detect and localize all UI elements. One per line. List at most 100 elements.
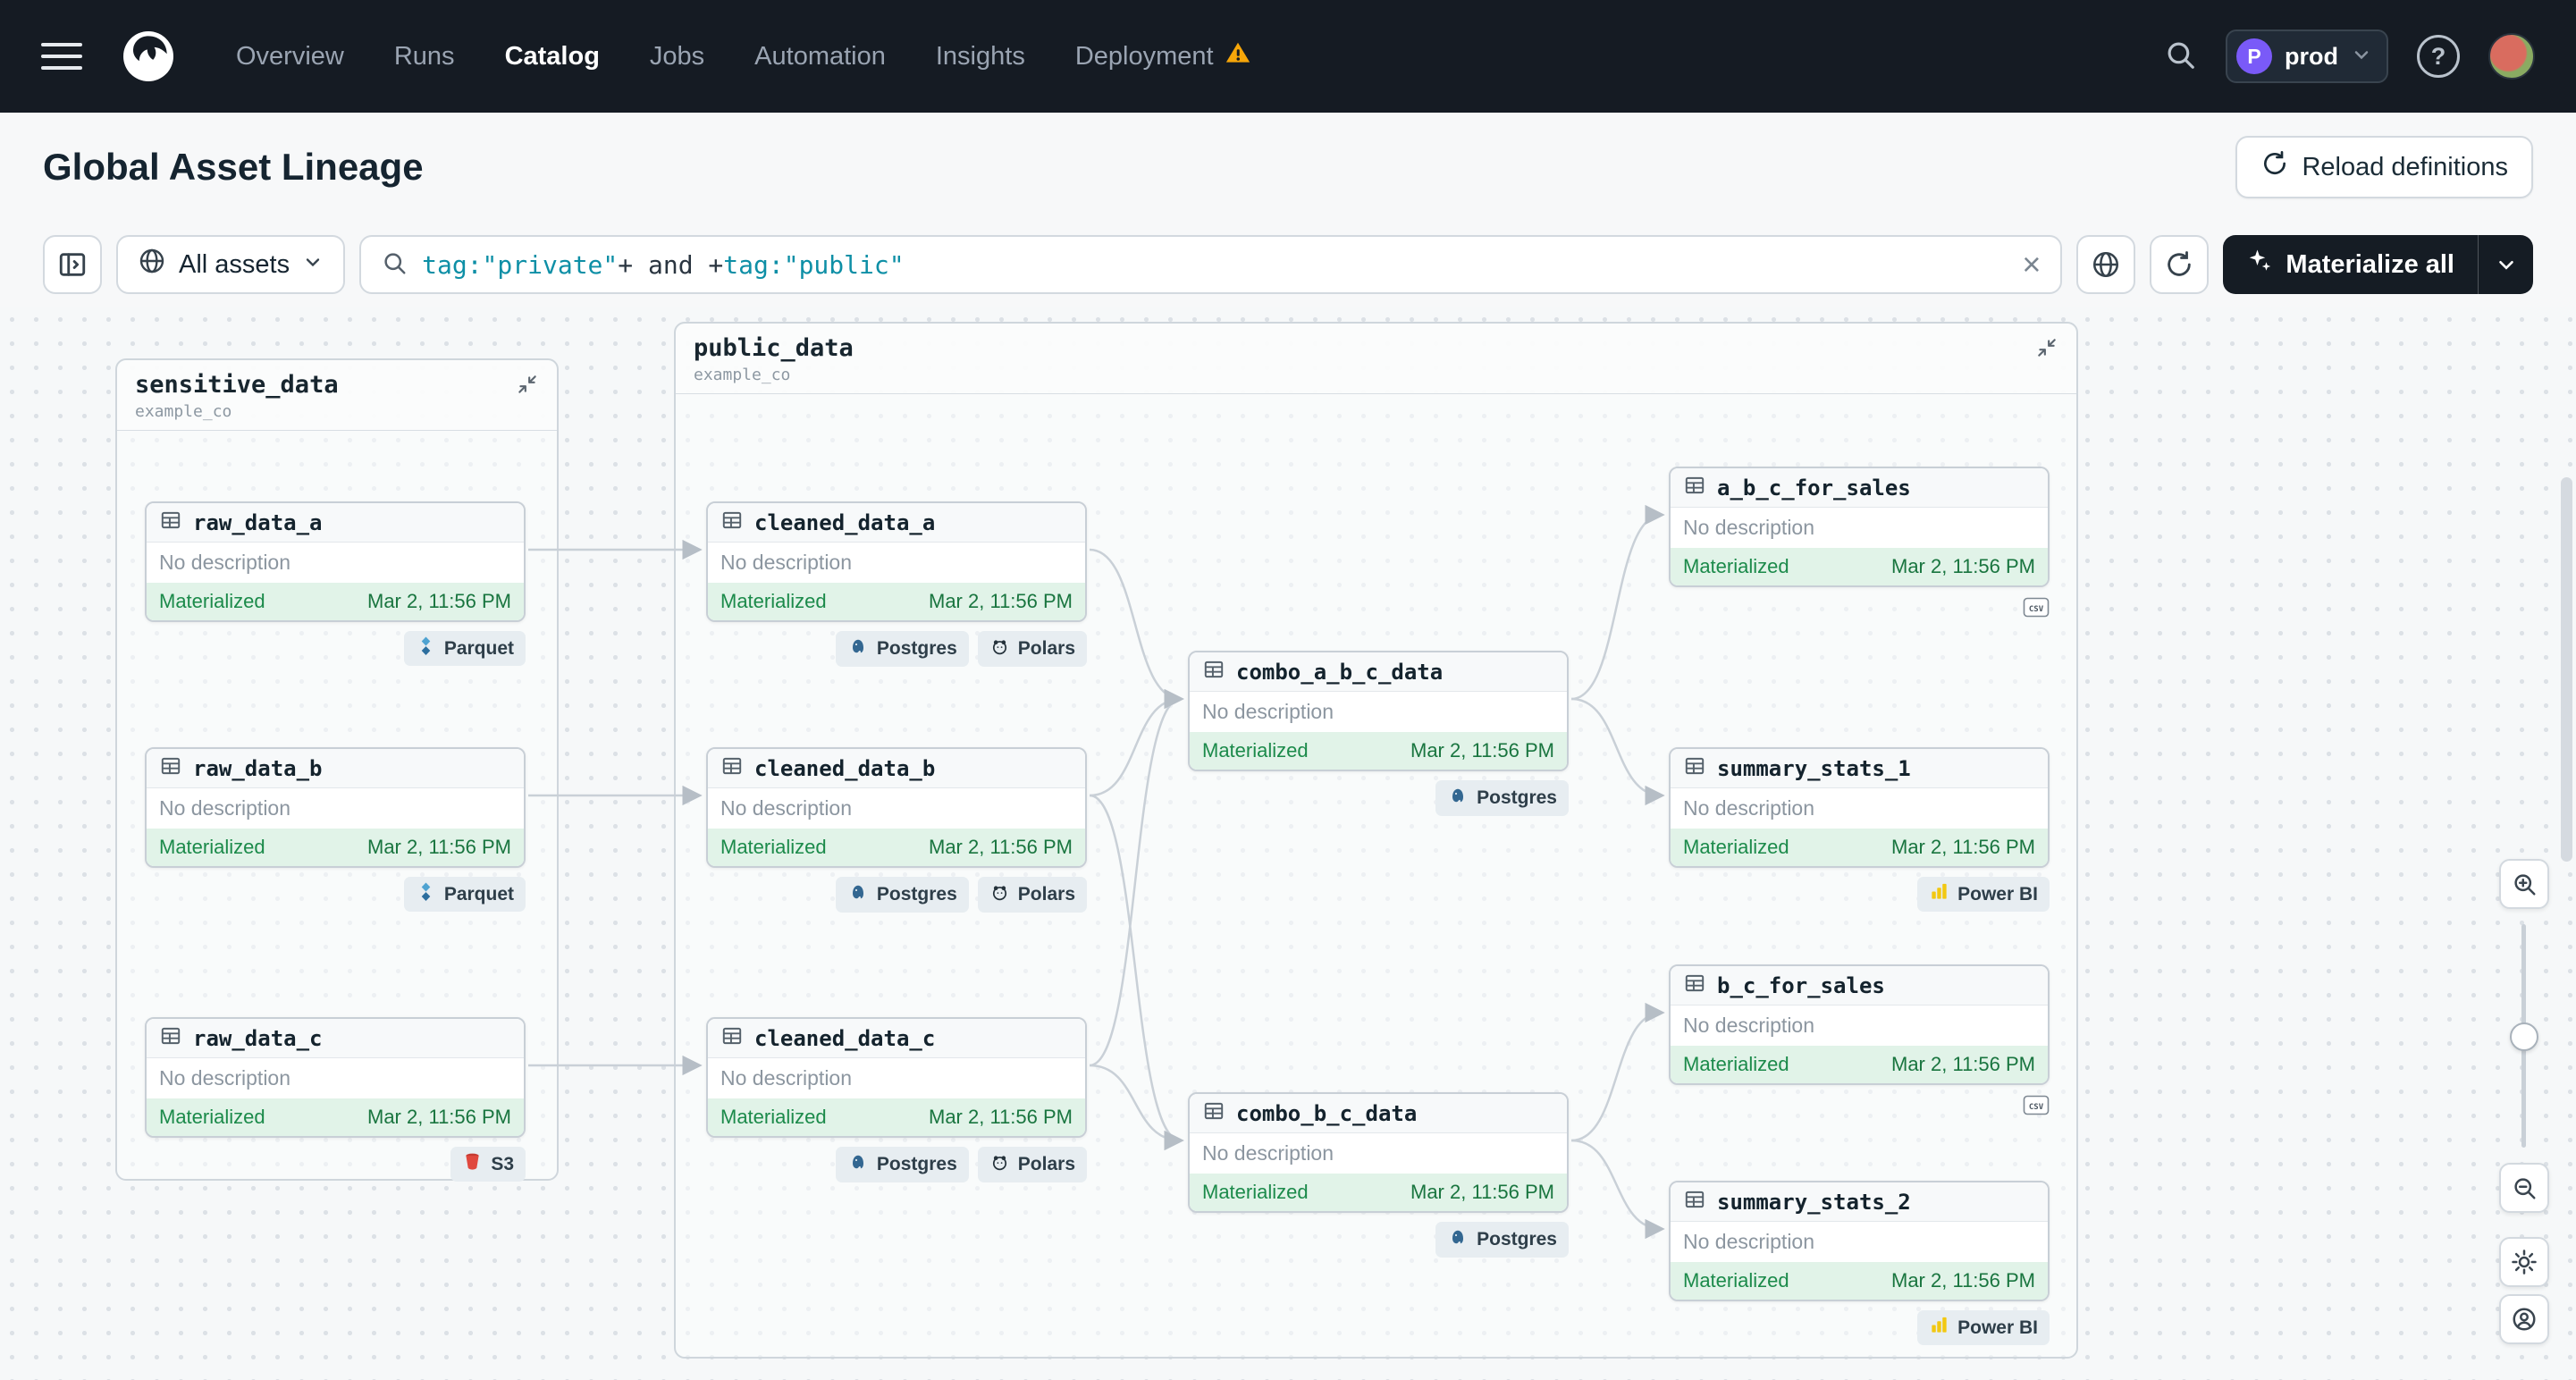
postgres-chip[interactable]: Postgres	[1435, 780, 1569, 816]
dagster-logo-icon[interactable]	[120, 28, 177, 85]
asset-node-raw_data_b: raw_data_b No description Materialized Mar …	[145, 747, 526, 912]
asset-status-row: Materialized Mar 2, 11:56 PM	[708, 829, 1085, 866]
asset-card[interactable]: combo_b_c_data No description Materialized…	[1188, 1092, 1569, 1213]
materialization-timestamp: Mar 2, 11:56 PM	[367, 836, 511, 858]
chip-label: Postgres	[1477, 787, 1557, 808]
asset-card[interactable]: raw_data_c No description Materialized Mar …	[145, 1017, 526, 1138]
asset-card[interactable]: b_c_for_sales No description Materialized M…	[1669, 964, 2050, 1085]
integration-chips: CSV	[1669, 1094, 2050, 1122]
user-avatar[interactable]	[2488, 33, 2535, 80]
asset-card-header: raw_data_b	[147, 749, 524, 788]
globe-icon	[138, 247, 166, 282]
group-title: public_data	[694, 334, 854, 362]
asset-card[interactable]: summary_stats_2 No description Materialize…	[1669, 1181, 2050, 1301]
group-subtitle: example_co	[135, 402, 232, 421]
nav-item-deployment[interactable]: Deployment	[1075, 39, 1251, 73]
postgres-chip[interactable]: Postgres	[835, 877, 969, 913]
nav-item-catalog[interactable]: Catalog	[505, 42, 600, 72]
deployment-switcher[interactable]: P prod	[2226, 29, 2388, 83]
powerbi-chip[interactable]: Power BI	[1917, 1310, 2050, 1345]
asset-node-summary_stats_2: summary_stats_2 No description Materialize…	[1669, 1181, 2050, 1345]
menu-icon[interactable]	[41, 43, 82, 70]
asset-name: cleaned_data_b	[754, 755, 936, 781]
asset-status-row: Materialized Mar 2, 11:56 PM	[1671, 1046, 2048, 1083]
refresh-button[interactable]	[2150, 235, 2210, 294]
group-title: sensitive_data	[135, 371, 339, 399]
table-icon	[159, 754, 182, 782]
asset-card-header: summary_stats_1	[1671, 749, 2048, 788]
asset-card[interactable]: combo_a_b_c_data No description Materializ…	[1188, 651, 1569, 771]
table-icon	[159, 1024, 182, 1052]
asset-description: No description	[147, 543, 524, 583]
materialization-timestamp: Mar 2, 11:56 PM	[929, 590, 1073, 612]
status-badge: Materialized	[720, 836, 827, 858]
status-badge: Materialized	[159, 1106, 265, 1128]
graph-settings-globe-button[interactable]	[2076, 235, 2136, 294]
zoom-out-button[interactable]	[2499, 1163, 2549, 1213]
table-icon	[720, 1024, 744, 1052]
postgres-chip[interactable]: Postgres	[1435, 1222, 1569, 1258]
materialize-all-button[interactable]: Materialize all	[2223, 235, 2533, 294]
search-icon[interactable]	[2163, 38, 2197, 76]
asset-card-header: cleaned_data_b	[708, 749, 1085, 788]
nav-item-insights[interactable]: Insights	[936, 42, 1025, 72]
lineage-canvas[interactable]: public_data example_co sensitive_data examp…	[0, 307, 2576, 1380]
status-badge: Materialized	[720, 1106, 827, 1128]
open-panel-button[interactable]	[43, 235, 102, 294]
collapse-group-icon[interactable]	[2035, 336, 2058, 364]
clear-selection-icon[interactable]: ×	[2022, 248, 2041, 281]
postgres-chip[interactable]: Postgres	[835, 631, 969, 667]
asset-card[interactable]: cleaned_data_c No description Materialized…	[706, 1017, 1087, 1138]
csv-chip[interactable]: CSV	[2023, 596, 2050, 624]
reload-definitions-button[interactable]: Reload definitions	[2235, 136, 2533, 198]
asset-card[interactable]: cleaned_data_a No description Materialized…	[706, 501, 1087, 622]
postgres-icon	[1447, 785, 1469, 812]
asset-name: cleaned_data_a	[754, 509, 936, 535]
asset-node-cleaned_data_a: cleaned_data_a No description Materialized…	[706, 501, 1087, 667]
asset-description: No description	[1671, 1006, 2048, 1046]
integration-chips: Postgres Polars	[706, 877, 1087, 913]
polars-chip[interactable]: Polars	[977, 877, 1087, 913]
parquet-chip[interactable]: Parquet	[403, 877, 526, 912]
table-icon	[1202, 658, 1225, 686]
polars-chip[interactable]: Polars	[977, 1147, 1087, 1182]
asset-selection-input[interactable]: tag:"private"+ and +tag:"public"	[422, 250, 2008, 280]
parquet-chip[interactable]: Parquet	[403, 631, 526, 666]
collapse-group-icon[interactable]	[516, 373, 539, 400]
asset-card-header: combo_b_c_data	[1190, 1094, 1567, 1133]
asset-card[interactable]: cleaned_data_b No description Materialized…	[706, 747, 1087, 868]
zoom-slider-handle[interactable]	[2510, 1022, 2538, 1051]
csv-chip[interactable]: CSV	[2023, 1094, 2050, 1122]
asset-scope-dropdown[interactable]: All assets	[116, 235, 346, 294]
deployment-avatar: P	[2236, 38, 2272, 74]
zoom-in-button[interactable]	[2499, 859, 2549, 909]
s3-chip[interactable]: S3	[450, 1147, 526, 1182]
feedback-user-button[interactable]	[2499, 1294, 2549, 1344]
status-badge: Materialized	[1683, 1053, 1789, 1075]
asset-description: No description	[708, 788, 1085, 829]
postgres-chip[interactable]: Postgres	[835, 1147, 969, 1182]
chip-label: Postgres	[876, 638, 957, 659]
asset-card[interactable]: raw_data_a No description Materialized Mar …	[145, 501, 526, 622]
powerbi-icon	[1929, 1315, 1949, 1341]
nav-item-overview[interactable]: Overview	[236, 42, 344, 72]
nav-item-runs[interactable]: Runs	[394, 42, 455, 72]
asset-status-row: Materialized Mar 2, 11:56 PM	[1671, 829, 2048, 866]
nav-item-jobs[interactable]: Jobs	[650, 42, 704, 72]
asset-card[interactable]: a_b_c_for_sales No description Materialize…	[1669, 467, 2050, 587]
nav-item-automation[interactable]: Automation	[754, 42, 886, 72]
selection-token: "public"	[783, 249, 905, 280]
graph-settings-gear-button[interactable]	[2499, 1237, 2549, 1287]
asset-status-row: Materialized Mar 2, 11:56 PM	[147, 583, 524, 620]
asset-card[interactable]: raw_data_b No description Materialized Mar …	[145, 747, 526, 868]
help-icon[interactable]: ?	[2417, 35, 2460, 78]
asset-card[interactable]: summary_stats_1 No description Materialize…	[1669, 747, 2050, 868]
vertical-scrollbar[interactable]	[2561, 477, 2572, 862]
asset-status-row: Materialized Mar 2, 11:56 PM	[147, 1098, 524, 1136]
asset-selection-box[interactable]: tag:"private"+ and +tag:"public" ×	[359, 235, 2063, 294]
powerbi-chip[interactable]: Power BI	[1917, 877, 2050, 912]
materialize-options-caret[interactable]	[2478, 235, 2533, 294]
polars-chip[interactable]: Polars	[977, 631, 1087, 667]
svg-text:CSV: CSV	[2029, 605, 2044, 614]
status-badge: Materialized	[159, 836, 265, 858]
